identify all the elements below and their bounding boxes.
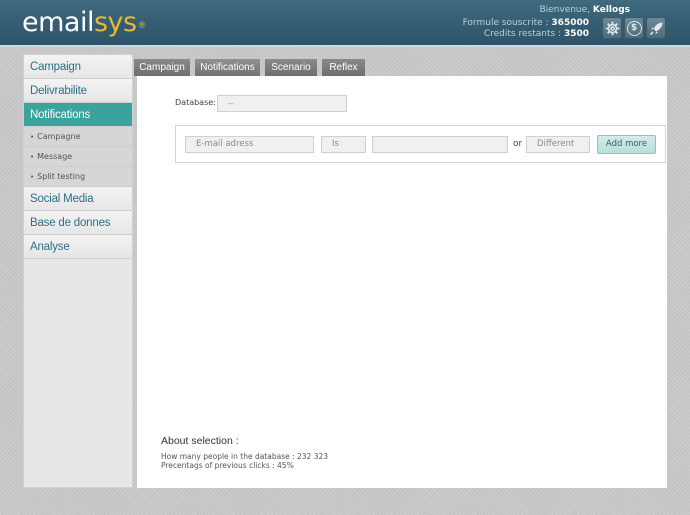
sidebar-item-campaign[interactable]: Campaign bbox=[24, 55, 132, 79]
tab-campaign[interactable]: Campaign bbox=[134, 59, 190, 76]
welcome-prefix: Bienvenue, bbox=[539, 5, 591, 15]
about-click-percentage: Precentags of previous clicks : 45% bbox=[161, 461, 294, 470]
launch-button[interactable] bbox=[646, 17, 666, 39]
main-panel: Database: -- E-mail adress Is or Differe… bbox=[137, 76, 667, 488]
sidebar-item-delivrabilite[interactable]: Delivrabilite bbox=[24, 79, 132, 103]
logo-text-sys: sys bbox=[93, 7, 137, 38]
header-icon-group: $ bbox=[602, 17, 666, 39]
registered-mark: ® bbox=[137, 21, 147, 31]
tab-reflex[interactable]: Reflex bbox=[322, 59, 365, 76]
sidebar-subitem-split-testing[interactable]: • Split testing bbox=[24, 167, 132, 187]
emailsys-logo[interactable]: emailsys® bbox=[22, 7, 147, 38]
alternative-select[interactable]: Different bbox=[526, 136, 590, 153]
plan-label: Formule souscrite : bbox=[462, 18, 549, 28]
sidebar-item-social-media[interactable]: Social Media bbox=[24, 187, 132, 211]
user-name[interactable]: Kellogs bbox=[593, 5, 630, 15]
rocket-icon bbox=[649, 21, 664, 36]
plan-value: 365000 bbox=[551, 18, 589, 28]
bullet-icon: • bbox=[30, 153, 35, 161]
sidebar-item-notifications[interactable]: Notifications bbox=[24, 103, 132, 127]
tab-scenario[interactable]: Scenario bbox=[265, 59, 317, 76]
header-bar: emailsys® Bienvenue, Kellogs Formule sou… bbox=[0, 0, 690, 47]
settings-button[interactable] bbox=[602, 17, 622, 39]
welcome-text: Bienvenue, Kellogs bbox=[539, 5, 630, 15]
settings-gear-icon bbox=[605, 21, 620, 36]
field-select[interactable]: E-mail adress bbox=[185, 136, 314, 153]
sidebar-item-analyse[interactable]: Analyse bbox=[24, 235, 132, 259]
about-selection-title: About selection : bbox=[161, 435, 239, 447]
dollar-coin-icon: $ bbox=[626, 20, 642, 36]
account-info: Formule souscrite : 365000 Credits resta… bbox=[463, 18, 589, 40]
sidebar-subitem-campagne[interactable]: • Campagne bbox=[24, 127, 132, 147]
sidebar: Campaign Delivrabilite Notifications • Ca… bbox=[23, 54, 133, 488]
add-more-button[interactable]: Add more bbox=[597, 135, 656, 154]
billing-button[interactable]: $ bbox=[624, 17, 644, 39]
database-label: Database: bbox=[175, 98, 216, 107]
subitem-label: Campagne bbox=[37, 132, 81, 141]
sidebar-subitem-message[interactable]: • Message bbox=[24, 147, 132, 167]
sidebar-item-base-de-donnes[interactable]: Base de donnes bbox=[24, 211, 132, 235]
credits-value: 3500 bbox=[563, 29, 589, 39]
filter-row: E-mail adress Is or Different Add more bbox=[175, 125, 666, 163]
bullet-icon: • bbox=[30, 133, 35, 141]
tab-notifications[interactable]: Notifications bbox=[195, 59, 260, 76]
value-input[interactable] bbox=[372, 136, 508, 153]
bullet-icon: • bbox=[30, 173, 35, 181]
or-label: or bbox=[513, 139, 523, 149]
subitem-label: Message bbox=[37, 152, 73, 161]
subitem-label: Split testing bbox=[37, 172, 86, 181]
about-people-count: How many people in the database : 232 32… bbox=[161, 452, 329, 461]
tab-bar: Campaign Notifications Scenario Reflex bbox=[134, 59, 365, 76]
credits-label: Credits restants : bbox=[483, 29, 562, 39]
operator-select[interactable]: Is bbox=[321, 136, 366, 153]
logo-text-email: email bbox=[22, 7, 94, 38]
database-select[interactable]: -- bbox=[217, 95, 347, 112]
